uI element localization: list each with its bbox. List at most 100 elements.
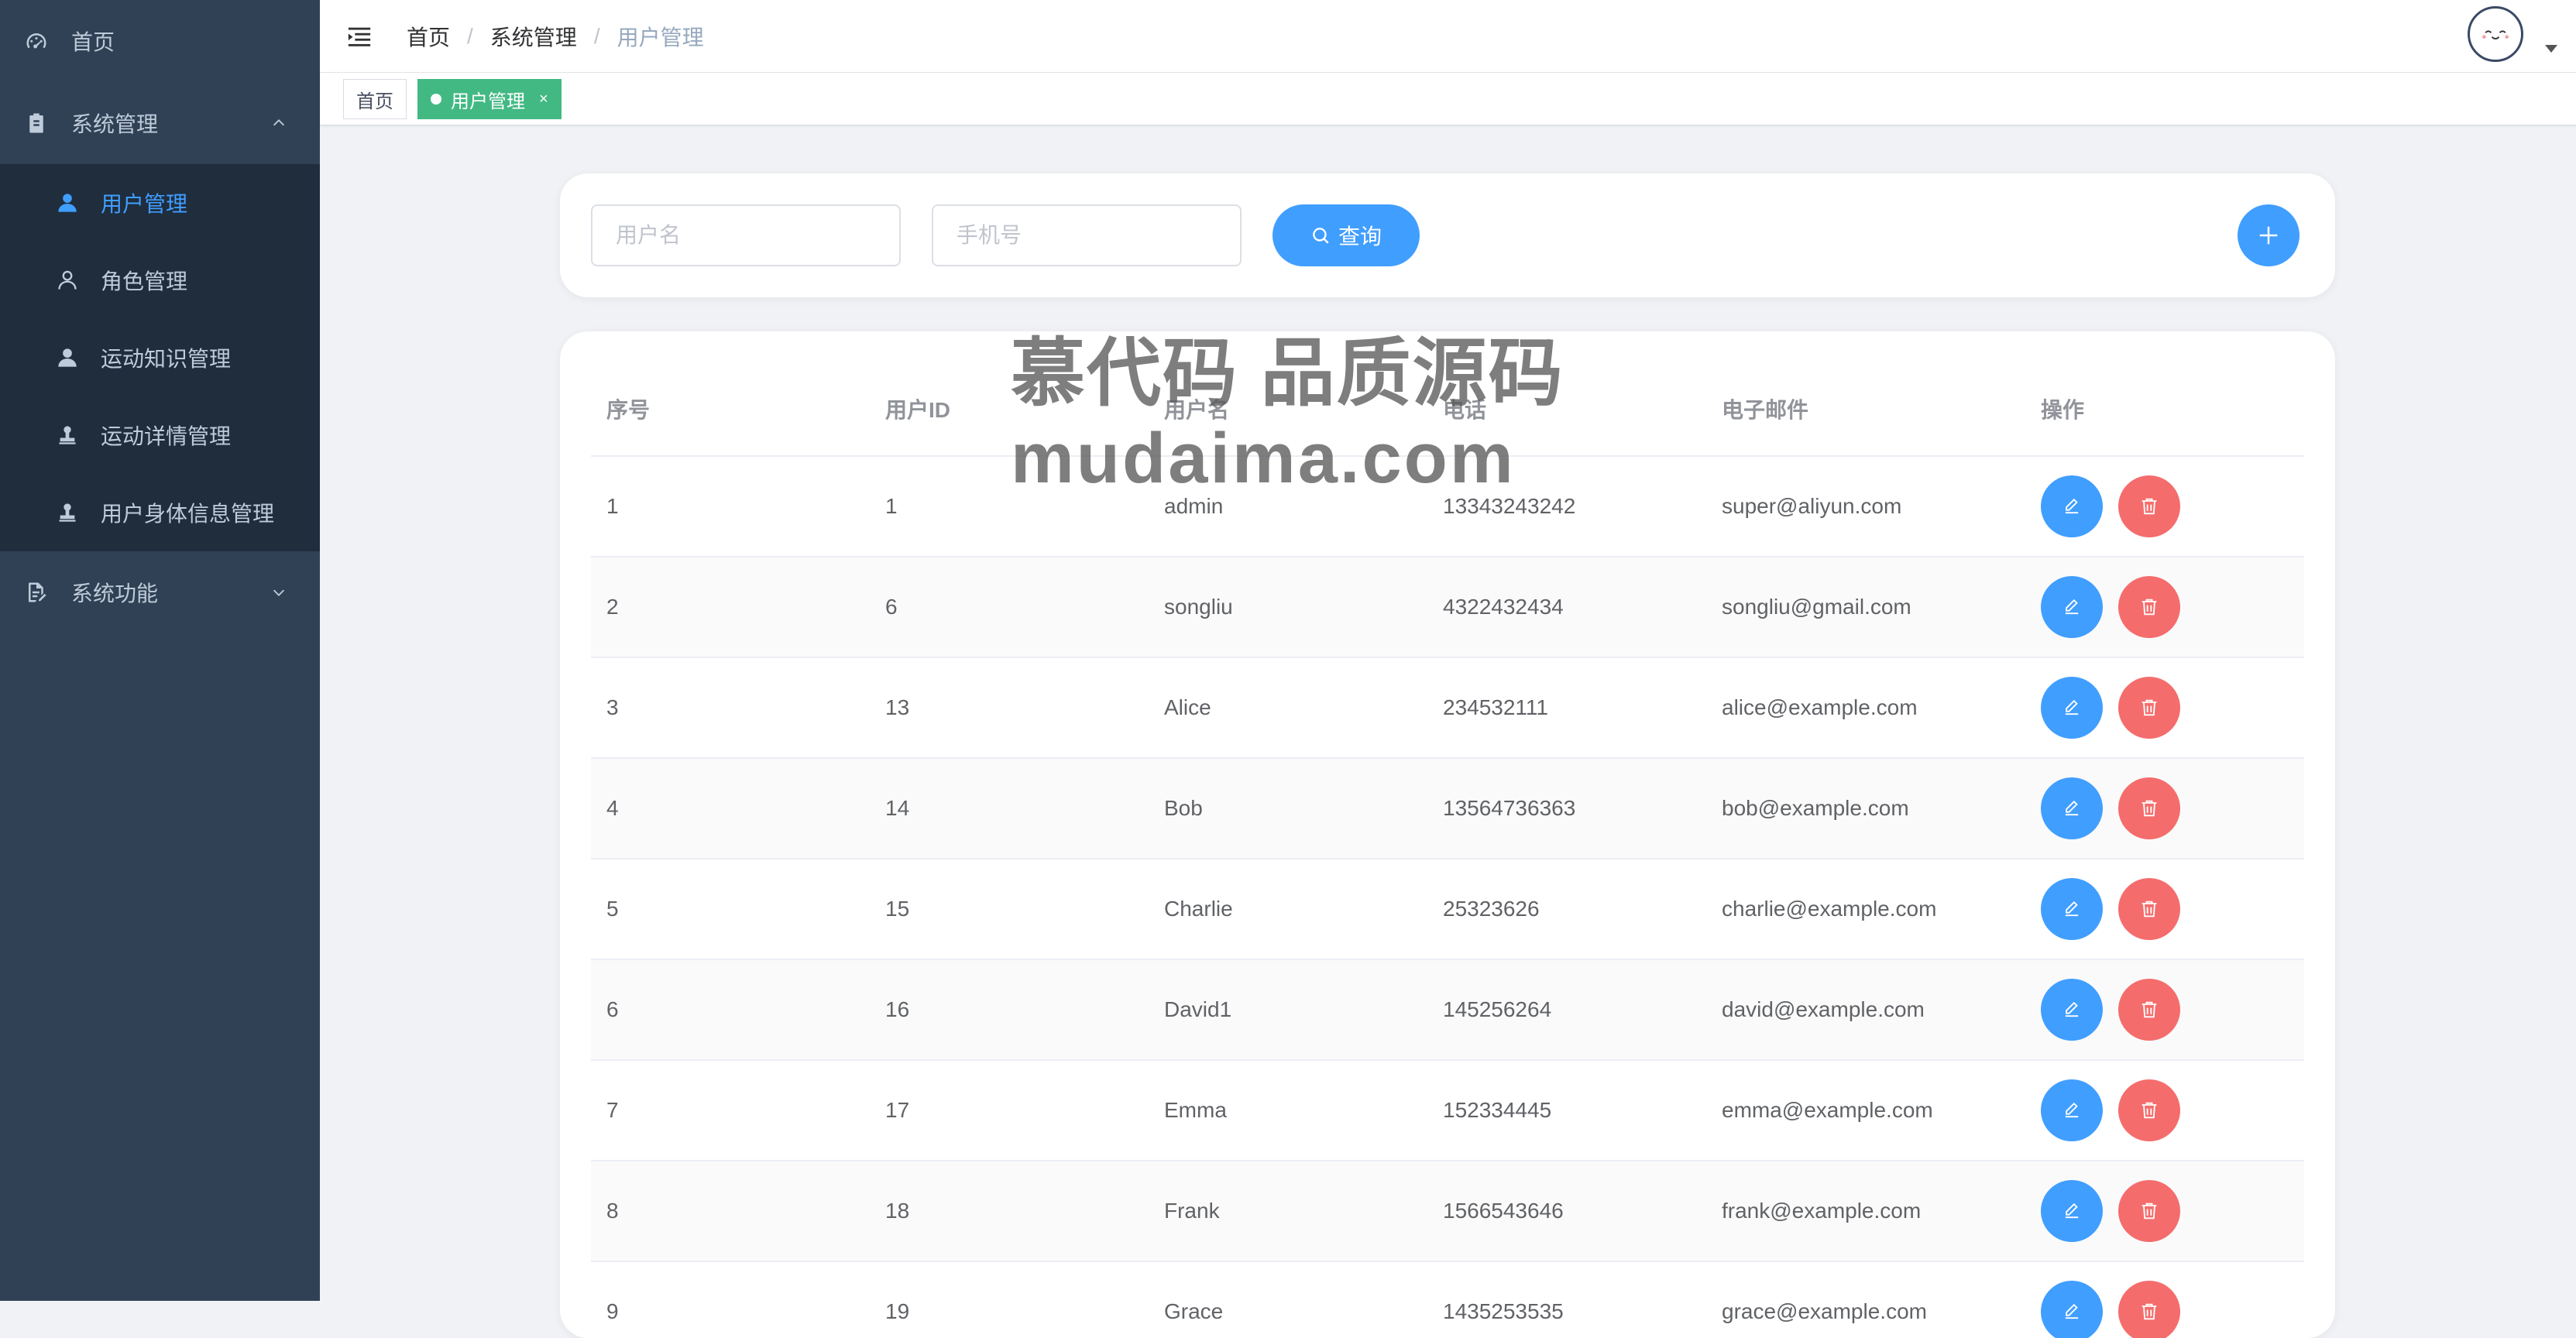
table-cell: 1 [606,494,619,518]
table-cell: 5 [606,897,619,921]
table-cell: 2 [606,595,619,619]
sidebar-item-label: 运动知识管理 [101,347,232,371]
edit-button[interactable] [2041,777,2103,839]
caret-down-icon[interactable] [2545,45,2557,54]
table-cell: 13 [885,695,910,719]
phone-input[interactable] [932,204,1242,266]
sidebar-item-label: 系统功能 [71,582,159,606]
table-cell: 7 [606,1098,619,1122]
tag-label: 用户管理 [451,91,525,112]
user-icon [56,191,79,214]
edit-icon [2061,496,2083,517]
table-row: 2 6 songliu 4322432434 songliu@gmail.com [591,558,2304,658]
edit-icon [2061,1100,2083,1121]
sidebar-item-body-info[interactable]: 用户身体信息管理 [0,474,320,551]
delete-button[interactable] [2118,1180,2180,1242]
table-cell: 9 [606,1299,619,1323]
table-row: 8 18 Frank 1566543646 frank@example.com [591,1161,2304,1262]
table-cell: 1 [885,494,898,518]
tag-home[interactable]: 首页 [343,79,407,119]
delete-button[interactable] [2118,979,2180,1041]
delete-button[interactable] [2118,1281,2180,1338]
column-header-user-id: 用户ID [885,398,951,422]
sidebar-item-system-functions[interactable]: 系统功能 [0,551,320,633]
table-cell: grace@example.com [1722,1299,1927,1323]
chevron-down-icon [273,589,285,596]
table-cell: charlie@example.com [1722,897,1937,921]
column-header-index: 序号 [606,398,651,422]
avatar[interactable] [2468,6,2523,62]
sidebar-item-label: 用户管理 [101,192,188,216]
table-cell: Frank [1164,1199,1220,1223]
add-user-button[interactable] [2238,204,2300,266]
edit-button[interactable] [2041,1180,2103,1242]
search-panel: 查询 [560,173,2335,297]
sidebar-item-exercise-details[interactable]: 运动详情管理 [0,396,320,474]
table-cell: frank@example.com [1722,1199,1922,1223]
delete-button[interactable] [2118,677,2180,739]
column-header-phone: 电话 [1443,398,1487,422]
breadcrumb-current: 用户管理 [617,25,704,50]
row-actions [2025,1079,2304,1141]
delete-button[interactable] [2118,878,2180,940]
edit-button[interactable] [2041,878,2103,940]
breadcrumb-home[interactable]: 首页 [407,21,450,52]
column-header-email: 电子邮件 [1722,398,1809,422]
username-input[interactable] [591,204,901,266]
edit-button[interactable] [2041,576,2103,638]
breadcrumb-separator: / [467,23,473,48]
row-actions [2025,677,2304,739]
row-actions [2025,1281,2304,1338]
column-header-username: 用户名 [1164,398,1230,422]
table-cell: admin [1164,494,1224,518]
tags-view: 首页 用户管理 × [320,73,2576,125]
sidebar-item-home[interactable]: 首页 [0,0,320,82]
table-row: 9 19 Grace 1435253535 grace@example.com [591,1262,2304,1338]
table-row: 5 15 Charlie 25323626 charlie@example.com [591,859,2304,960]
tag-label: 首页 [356,91,393,112]
edit-button[interactable] [2041,1079,2103,1141]
tag-user-management[interactable]: 用户管理 × [417,79,562,119]
sidebar-item-user-management[interactable]: 用户管理 [0,164,320,242]
close-icon[interactable]: × [539,91,548,108]
dashboard-icon [25,29,48,53]
table-cell: Alice [1164,695,1211,719]
edit-button[interactable] [2041,979,2103,1041]
sidebar-item-role-management[interactable]: 角色管理 [0,242,320,319]
table-cell: david@example.com [1722,997,1925,1021]
table-cell: 13343243242 [1443,494,1576,518]
trash-icon [2138,798,2160,819]
edit-icon [2061,798,2083,819]
menu-fold-icon[interactable] [346,23,373,50]
table-cell: 234532111 [1443,695,1548,719]
active-dot-icon [431,94,441,105]
delete-button[interactable] [2118,475,2180,537]
trash-icon [2138,898,2160,920]
table-row: 4 14 Bob 13564736363 bob@example.com [591,759,2304,859]
edit-icon [2061,1200,2083,1222]
edit-button[interactable] [2041,1281,2103,1338]
delete-button[interactable] [2118,777,2180,839]
table-header: 序号 用户ID 用户名 电话 电子邮件 操作 [591,362,2304,457]
table-cell: 16 [885,997,910,1021]
table-cell: Grace [1164,1299,1224,1323]
query-button[interactable]: 查询 [1273,204,1420,266]
top-navbar: 首页 / 系统管理 / 用户管理 [320,0,2576,73]
table-row: 3 13 Alice 234532111 alice@example.com [591,658,2304,759]
table-cell: super@aliyun.com [1722,494,1902,518]
delete-button[interactable] [2118,576,2180,638]
edit-button[interactable] [2041,475,2103,537]
trash-icon [2138,596,2160,618]
breadcrumb-separator: / [593,23,600,48]
delete-button[interactable] [2118,1079,2180,1141]
breadcrumb-system-management[interactable]: 系统管理 [490,21,577,52]
table-cell: songliu [1164,595,1233,619]
sidebar-item-exercise-knowledge[interactable]: 运动知识管理 [0,319,320,396]
edit-button[interactable] [2041,677,2103,739]
edit-icon [2061,999,2083,1021]
row-actions [2025,777,2304,839]
table-cell: 6 [885,595,898,619]
sidebar-item-label: 用户身体信息管理 [101,502,275,526]
sidebar-item-system-management[interactable]: 系统管理 [0,82,320,164]
user-outline-icon [56,269,79,292]
